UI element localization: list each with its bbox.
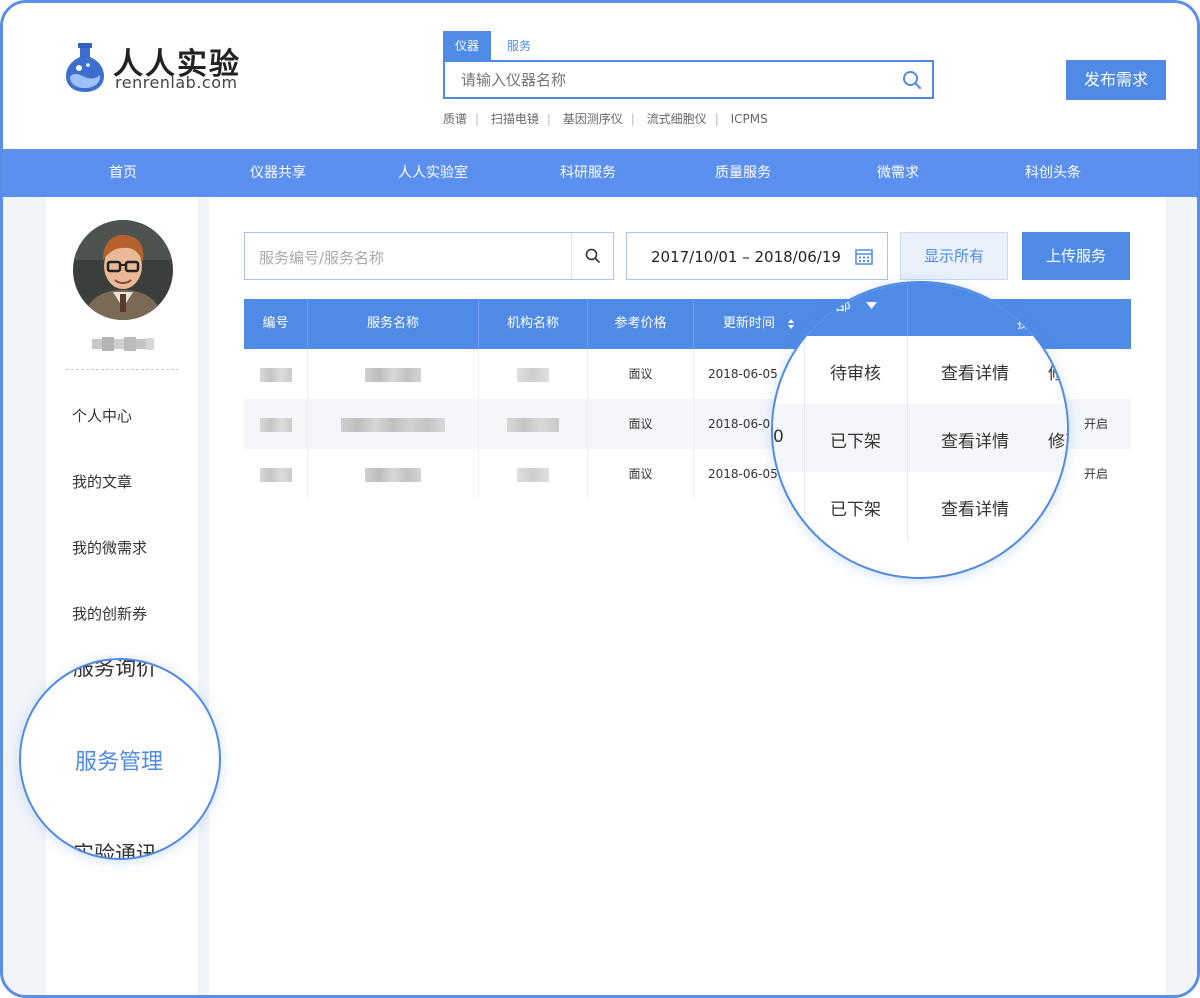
search-box [443, 60, 934, 99]
nav-item-research-service[interactable]: 科研服务 [528, 149, 648, 197]
nav-item-micro-demand[interactable]: 微需求 [838, 149, 958, 197]
cell-service-name-blurred [308, 399, 479, 449]
magnified-edit-link[interactable]: 修 [1048, 359, 1065, 384]
search-icon [585, 248, 600, 263]
hot-link[interactable]: 扫描电镜 [491, 112, 539, 126]
magnified-sidebar-item-inquiry[interactable]: 服务询价 [73, 660, 157, 682]
cell-org-name-blurred [479, 349, 588, 399]
cell-org-name-blurred [479, 449, 588, 499]
magnified-col-divider [804, 336, 805, 577]
service-search-button[interactable] [571, 233, 613, 279]
publish-request-button[interactable]: 发布需求 [1066, 60, 1166, 100]
username-blurred [92, 337, 154, 351]
cell-id-blurred [244, 449, 308, 499]
hot-link[interactable]: 质谱 [443, 112, 467, 126]
window-frame: 人人实验 renrenlab.com 仪器 服务 质谱| 扫描电镜| 基因测序仪… [0, 0, 1200, 998]
magnified-sidebar-item-lab-news[interactable]: 实验通讯 [73, 838, 157, 858]
search-input[interactable] [445, 62, 895, 97]
upload-service-button[interactable]: 上传服务 [1022, 232, 1130, 280]
magnified-status-filter[interactable]: 部 [835, 291, 878, 315]
col-header-updated-label: 更新时间 [722, 316, 775, 331]
date-range-value: 2017/10/01 – 2018/06/19 [651, 248, 841, 266]
cell-price: 面议 [588, 349, 694, 399]
show-all-button[interactable]: 显示所有 [900, 232, 1008, 280]
cell-price: 面议 [588, 399, 694, 449]
col-header-org-name: 机构名称 [479, 299, 588, 349]
hot-link[interactable]: ICPMS [731, 112, 768, 126]
magnified-col-divider [907, 336, 908, 540]
cell-org-name-blurred [479, 399, 588, 449]
sidebar-item-my-articles[interactable]: 我的文章 [72, 471, 132, 492]
service-search-field[interactable]: 服务编号/服务名称 [244, 232, 614, 280]
search-tab-service[interactable]: 服务 [499, 31, 539, 61]
magnified-date-fragment: 0 [773, 427, 784, 447]
col-header-service-name: 服务名称 [308, 299, 479, 349]
cell-price: 面议 [588, 449, 694, 499]
sidebar: 个人中心 我的文章 我的微需求 我的创新券 [46, 197, 198, 995]
magnified-view-details-link[interactable]: 查看详情 [941, 359, 1009, 384]
magnified-header-operation: 操作 [1017, 316, 1045, 332]
cell-id-blurred [244, 399, 308, 449]
magnified-view-details-link[interactable]: 查看详情 [941, 427, 1009, 452]
date-range-picker[interactable]: 2017/10/01 – 2018/06/19 [626, 232, 888, 280]
magnifier-sidebar: 服务询价 服务管理 实验通讯 [19, 658, 221, 860]
calendar-icon [855, 249, 873, 265]
magnified-edit-link[interactable]: 修改 [1048, 427, 1067, 452]
magnified-header-divider [907, 283, 908, 336]
nav-item-home[interactable]: 首页 [63, 149, 183, 197]
magnified-status-filter-label: 部 [835, 295, 852, 314]
header: 人人实验 renrenlab.com 仪器 服务 质谱| 扫描电镜| 基因测序仪… [3, 3, 1197, 149]
cell-service-name-blurred [308, 349, 479, 399]
nav-item-lab[interactable]: 人人实验室 [373, 149, 493, 197]
sidebar-item-personal-center[interactable]: 个人中心 [72, 405, 132, 426]
search-icon[interactable] [902, 70, 922, 90]
hot-links: 质谱 | 扫描电镜 | 基因测序仪 | 流式细胞仪 | ICPMS [443, 112, 768, 126]
magnifier-table: 部 操作 待审核 查看详情 修 0 已下架 查看详情 修改 已下架 查看详情 修 [771, 281, 1069, 579]
col-header-price: 参考价格 [588, 299, 694, 349]
logo-domain: renrenlab.com [115, 73, 238, 92]
magnified-status: 待审核 [830, 364, 881, 384]
magnified-sidebar-item-service-management[interactable]: 服务管理 [75, 744, 163, 776]
magnified-view-details-link[interactable]: 查看详情 [941, 495, 1009, 520]
cell-id-blurred [244, 349, 308, 399]
col-header-id: 编号 [244, 299, 308, 349]
hot-link[interactable]: 基因测序仪 [563, 112, 623, 126]
avatar[interactable] [73, 220, 173, 320]
magnified-row-bg [773, 404, 1067, 472]
sidebar-item-my-voucher[interactable]: 我的创新券 [72, 603, 147, 624]
cell-service-name-blurred [308, 449, 479, 499]
sidebar-item-my-micro-demand[interactable]: 我的微需求 [72, 537, 147, 558]
magnified-status: 已下架 [830, 500, 881, 520]
main-nav: 首页 仪器共享 人人实验室 科研服务 质量服务 微需求 科创头条 [3, 149, 1197, 197]
service-search-placeholder: 服务编号/服务名称 [259, 249, 385, 267]
cell-toggle[interactable]: 开启 [1076, 399, 1116, 449]
magnified-status: 已下架 [830, 432, 881, 452]
magnified-edit-link[interactable]: 修 [1048, 495, 1065, 520]
search-tab-instrument[interactable]: 仪器 [443, 31, 491, 61]
hot-link[interactable]: 流式细胞仪 [647, 112, 707, 126]
nav-item-quality-service[interactable]: 质量服务 [683, 149, 803, 197]
nav-item-news[interactable]: 科创头条 [993, 149, 1113, 197]
cell-toggle[interactable]: 开启 [1076, 449, 1116, 499]
dropdown-triangle-icon [866, 301, 878, 309]
sidebar-divider [66, 369, 179, 370]
flask-logo-icon [66, 43, 104, 92]
avatar-image [73, 220, 173, 320]
logo[interactable]: 人人实验 renrenlab.com [63, 39, 263, 99]
nav-item-instrument-share[interactable]: 仪器共享 [218, 149, 338, 197]
